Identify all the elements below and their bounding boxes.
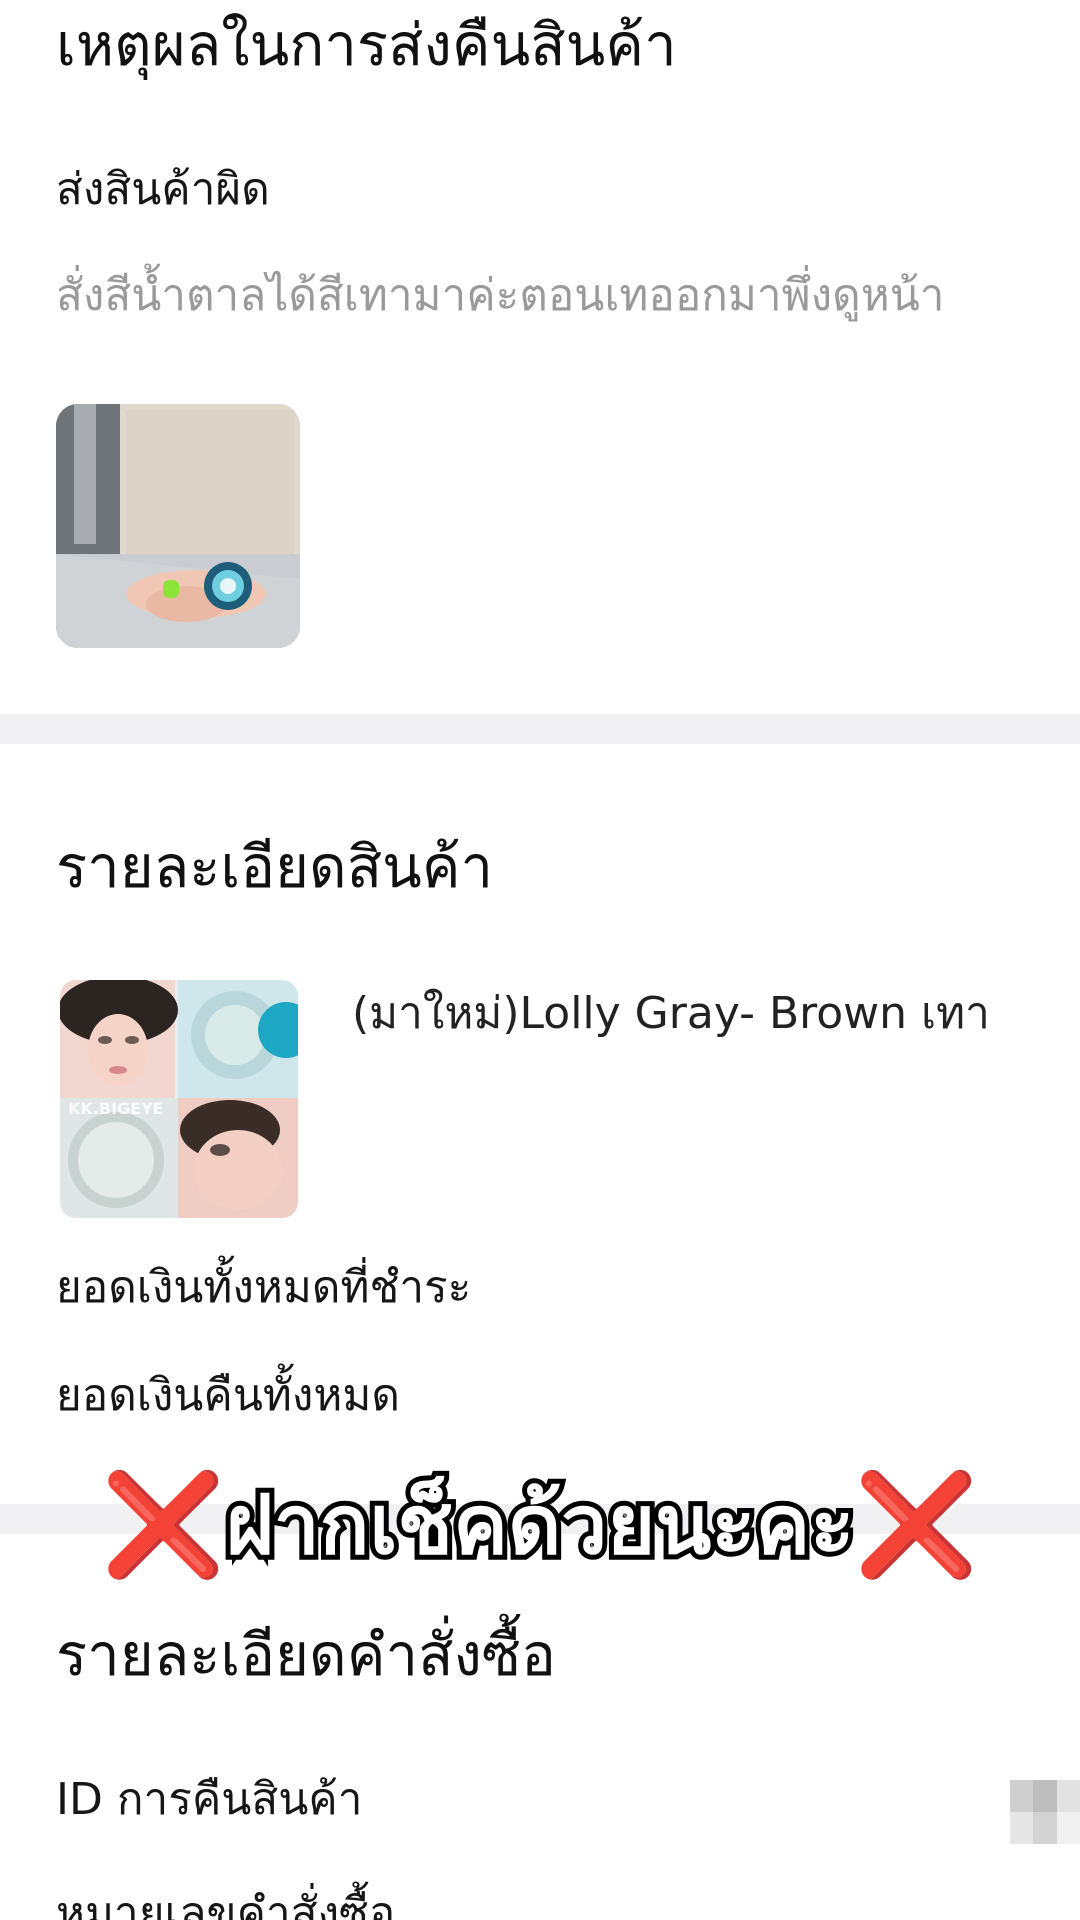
blurred-return-id-value xyxy=(1010,1780,1080,1844)
evidence-photo-thumbnail[interactable] xyxy=(56,404,300,648)
order-number-label: หมายเลขคำสั่งซื้อ xyxy=(56,1888,396,1920)
total-refund-label: ยอดเงินคืนทั้งหมด xyxy=(56,1370,400,1421)
order-details-section: รายละเอียดคำสั่งซื้อ ID การคืนสินค้า หมา… xyxy=(0,1534,1080,1920)
return-reason-section: เหตุผลในการส่งคืนสินค้า ส่งสินค้าผิด สั่… xyxy=(0,0,1080,714)
total-paid-label: ยอดเงินทั้งหมดที่ชำระ xyxy=(56,1262,472,1313)
product-details-title: รายละเอียดสินค้า xyxy=(56,833,494,901)
section-divider xyxy=(0,714,1080,744)
red-x-icon: ❌ xyxy=(101,1466,226,1583)
product-details-section: รายละเอียดสินค้า KK.BIGEYE (มาใหม่)Lolly… xyxy=(0,744,1080,1504)
red-x-icon: ❌ xyxy=(854,1466,979,1583)
svg-text:KK.BIGEYE: KK.BIGEYE xyxy=(68,1099,164,1118)
return-reason-description: สั่งสีน้ำตาลได้สีเทามาค่ะตอนเทออกมาพึ่งด… xyxy=(56,270,945,321)
evidence-photo xyxy=(56,404,300,648)
overlay-caption: ❌ฝากเช็คด้วยนะคะ❌ xyxy=(0,1470,1080,1581)
product-name[interactable]: (มาใหม่)Lolly Gray- Brown เทา xyxy=(352,986,990,1042)
return-id-label: ID การคืนสินค้า xyxy=(56,1774,363,1825)
product-image: KK.BIGEYE xyxy=(60,980,298,1218)
product-thumbnail[interactable]: KK.BIGEYE xyxy=(60,980,298,1218)
order-details-title: รายละเอียดคำสั่งซื้อ xyxy=(56,1621,556,1689)
return-reason-value: ส่งสินค้าผิด xyxy=(56,164,270,215)
overlay-caption-text: ฝากเช็คด้วยนะคะ xyxy=(221,1473,860,1578)
return-request-screen: เหตุผลในการส่งคืนสินค้า ส่งสินค้าผิด สั่… xyxy=(0,0,1080,1920)
return-reason-title: เหตุผลในการส่งคืนสินค้า xyxy=(56,11,677,79)
